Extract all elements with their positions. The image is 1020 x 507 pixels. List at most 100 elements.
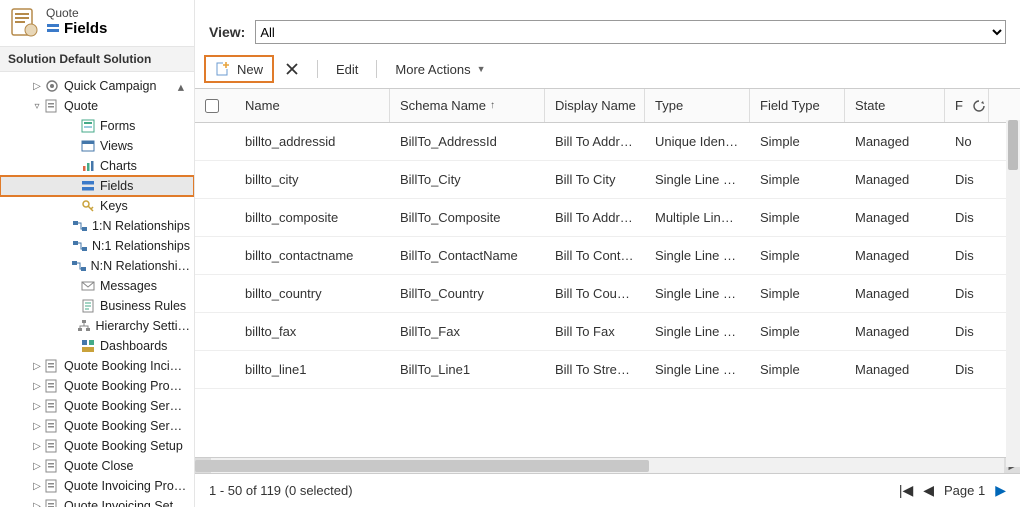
tree-item-keys[interactable]: Keys xyxy=(0,196,194,216)
cell-schema: BillTo_City xyxy=(390,172,545,187)
tree-item-quote-booking-pro-[interactable]: ▷Quote Booking Pro… xyxy=(0,376,194,396)
cell-fieldtype: Simple xyxy=(750,248,845,263)
expand-icon[interactable]: ▷ xyxy=(30,481,44,492)
scroll-thumb[interactable] xyxy=(195,460,649,472)
view-icon xyxy=(80,138,96,154)
view-dropdown[interactable]: All xyxy=(255,20,1006,44)
expand-icon[interactable]: ▿ xyxy=(30,101,44,112)
table-row[interactable]: billto_faxBillTo_FaxBill To FaxSingle Li… xyxy=(195,313,1020,351)
grid-header: Name Schema Name↑ Display Name Type Fiel… xyxy=(195,89,1020,123)
expand-icon[interactable]: ▷ xyxy=(30,441,44,452)
prev-page-button[interactable]: ◀ xyxy=(923,482,934,499)
tree-item-label: Keys xyxy=(100,199,128,213)
cell-name: billto_country xyxy=(235,286,390,301)
cell-fieldtype: Simple xyxy=(750,210,845,225)
tree-item-n-n-relationshi-[interactable]: N:N Relationshi… xyxy=(0,256,194,276)
delete-button[interactable] xyxy=(277,59,307,79)
tree-item-hierarchy-setti-[interactable]: Hierarchy Setti… xyxy=(0,316,194,336)
cell-state: Managed xyxy=(845,286,945,301)
tree-item-label: Business Rules xyxy=(100,299,186,313)
quote-entity-icon xyxy=(8,6,40,38)
table-row[interactable]: billto_cityBillTo_CityBill To CitySingle… xyxy=(195,161,1020,199)
column-last[interactable]: F xyxy=(945,89,989,122)
column-fieldtype[interactable]: Field Type xyxy=(750,89,845,122)
tree-item-label: Quick Campaign xyxy=(64,79,156,93)
tree-item-quote-booking-ser-[interactable]: ▷ Quote Booking Ser… xyxy=(0,396,194,416)
entity-icon xyxy=(44,418,60,434)
tree-item-quote-invoicing-pro-[interactable]: ▷Quote Invoicing Pro… xyxy=(0,476,194,496)
first-page-button[interactable]: |◀ xyxy=(899,482,913,499)
tree-item-label: Fields xyxy=(100,179,133,193)
vertical-scrollbar[interactable] xyxy=(1006,120,1020,467)
horizontal-scrollbar[interactable]: ◀ ▶ xyxy=(195,457,1020,473)
cell-last: Dis xyxy=(945,248,989,263)
column-state[interactable]: State xyxy=(845,89,945,122)
tree-item-messages[interactable]: Messages xyxy=(0,276,194,296)
expand-icon[interactable]: ▷ xyxy=(30,461,44,472)
table-row[interactable]: billto_addressidBillTo_AddressIdBill To … xyxy=(195,123,1020,161)
grid-footer: 1 - 50 of 119 (0 selected) |◀ ◀ Page 1 ▶ xyxy=(195,473,1020,507)
tree-item-forms[interactable]: Forms xyxy=(0,116,194,136)
column-schema[interactable]: Schema Name↑ xyxy=(390,89,545,122)
expand-icon[interactable]: ▷ xyxy=(30,401,44,412)
tree-item-1-n-relationships[interactable]: 1:N Relationships xyxy=(0,216,194,236)
tree-item-dashboards[interactable]: Dashboards xyxy=(0,336,194,356)
tree-item-fields[interactable]: Fields xyxy=(0,176,194,196)
next-page-button[interactable]: ▶ xyxy=(995,482,1006,499)
cell-display: Bill To Addres… xyxy=(545,134,645,149)
column-name[interactable]: Name xyxy=(235,89,390,122)
cell-type: Single Line of… xyxy=(645,248,750,263)
tree-item-label: Views xyxy=(100,139,133,153)
status-text: 1 - 50 of 119 (0 selected) xyxy=(209,483,353,498)
more-actions-button[interactable]: More Actions ▼ xyxy=(387,59,493,80)
table-row[interactable]: billto_countryBillTo_CountryBill To Coun… xyxy=(195,275,1020,313)
tree-item-charts[interactable]: Charts xyxy=(0,156,194,176)
tree-item-views[interactable]: Views xyxy=(0,136,194,156)
field-icon xyxy=(80,178,96,194)
tree-item-quote-booking-ser-[interactable]: ▷Quote Booking Ser… xyxy=(0,416,194,436)
hier-icon xyxy=(76,318,92,334)
cell-display: Bill To Countr… xyxy=(545,286,645,301)
cell-state: Managed xyxy=(845,362,945,377)
tree-item-business-rules[interactable]: Business Rules xyxy=(0,296,194,316)
expand-icon[interactable]: ▷ xyxy=(30,421,44,432)
expand-icon[interactable]: ▷ xyxy=(30,361,44,372)
chart-icon xyxy=(80,158,96,174)
tree-item-quote-booking-inci-[interactable]: ▷Quote Booking Inci… xyxy=(0,356,194,376)
table-row[interactable]: billto_line1BillTo_Line1Bill To Street 1… xyxy=(195,351,1020,389)
column-display[interactable]: Display Name xyxy=(545,89,645,122)
vscroll-thumb[interactable] xyxy=(1008,120,1018,170)
tree-item-n-1-relationships[interactable]: N:1 Relationships xyxy=(0,236,194,256)
tree-item-label: 1:N Relationships xyxy=(92,219,190,233)
refresh-icon[interactable] xyxy=(972,99,986,113)
tree-item-quote-booking-setup[interactable]: ▷Quote Booking Setup xyxy=(0,436,194,456)
cell-type: Single Line of… xyxy=(645,172,750,187)
cell-display: Bill To Contac… xyxy=(545,248,645,263)
grid-body[interactable]: billto_addressidBillTo_AddressIdBill To … xyxy=(195,123,1020,457)
select-all-checkbox[interactable] xyxy=(205,99,219,113)
tree-item-label: Quote Booking Ser… xyxy=(64,399,182,413)
new-button[interactable]: New xyxy=(207,58,271,80)
expand-icon[interactable]: ▷ xyxy=(30,81,44,92)
tree-item-quote-invoicing-set-[interactable]: ▷Quote Invoicing Set… xyxy=(0,496,194,507)
tree-item-label: Charts xyxy=(100,159,137,173)
table-row[interactable]: billto_contactnameBillTo_ContactNameBill… xyxy=(195,237,1020,275)
edit-button[interactable]: Edit xyxy=(328,59,366,80)
expand-icon[interactable]: ▷ xyxy=(30,381,44,392)
cell-state: Managed xyxy=(845,210,945,225)
collapse-icon[interactable]: ▴ xyxy=(178,79,190,94)
entity-icon xyxy=(44,458,60,474)
cell-name: billto_addressid xyxy=(235,134,390,149)
form-icon xyxy=(80,118,96,134)
column-type[interactable]: Type xyxy=(645,89,750,122)
expand-icon[interactable]: ▷ xyxy=(30,501,44,507)
entity-icon xyxy=(44,378,60,394)
tree-item-quote[interactable]: ▿Quote xyxy=(0,96,194,116)
table-row[interactable]: billto_compositeBillTo_CompositeBill To … xyxy=(195,199,1020,237)
column-checkbox[interactable] xyxy=(195,89,235,122)
cell-name: billto_city xyxy=(235,172,390,187)
cell-last: Dis xyxy=(945,362,989,377)
tree-item-quote-close[interactable]: ▷Quote Close xyxy=(0,456,194,476)
entity-icon xyxy=(44,358,60,374)
tree-item-quick-campaign[interactable]: ▷ Quick Campaign ▴ xyxy=(0,76,194,96)
